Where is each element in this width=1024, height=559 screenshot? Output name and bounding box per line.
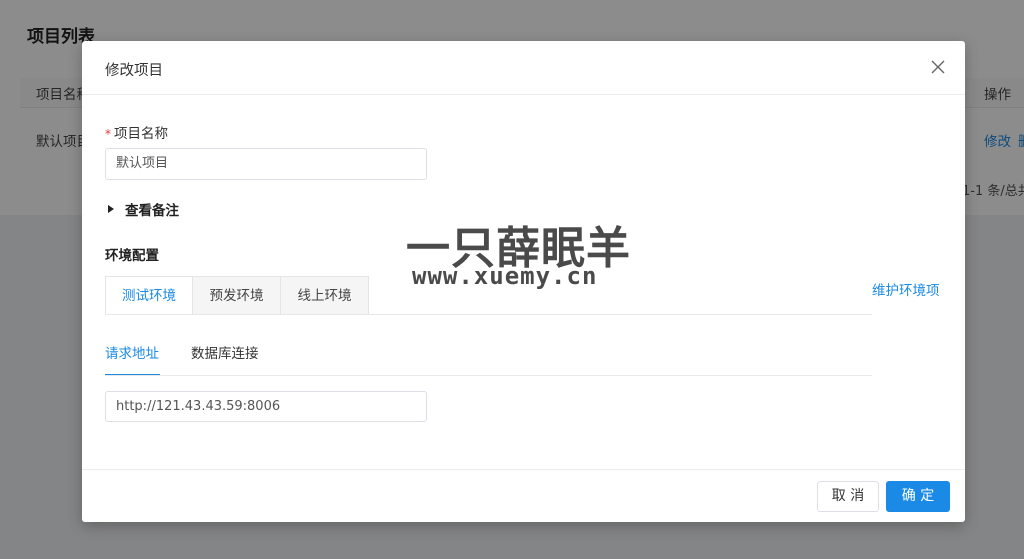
tab-pre-env[interactable]: 预发环境 xyxy=(193,276,281,315)
env-tabs-divider xyxy=(105,314,872,315)
env-tabs: 测试环境 预发环境 线上环境 xyxy=(105,276,369,315)
maintain-env-link[interactable]: 维护环境项 xyxy=(872,279,940,299)
confirm-button[interactable]: 确 定 xyxy=(886,481,950,512)
watermark-url: www.xuemy.cn xyxy=(412,262,598,290)
remarks-toggle-label: 查看备注 xyxy=(125,203,179,219)
request-url-input[interactable]: http://121.43.43.59:8006 xyxy=(105,391,427,422)
modal-header: 修改项目 xyxy=(82,41,965,95)
sub-tabs: 请求地址 数据库连接 xyxy=(105,341,266,376)
modal-title: 修改项目 xyxy=(105,63,163,79)
caret-right-icon xyxy=(108,205,114,213)
remarks-toggle[interactable]: 查看备注 xyxy=(105,199,179,219)
tab-prod-env[interactable]: 线上环境 xyxy=(281,276,369,315)
tab-request-url[interactable]: 请求地址 xyxy=(105,341,160,376)
project-name-input[interactable]: 默认项目 xyxy=(105,148,427,180)
sub-tabs-divider xyxy=(105,375,872,376)
env-config-label: 环境配置 xyxy=(105,248,159,264)
project-name-label: * 项目名称 xyxy=(105,126,168,142)
tab-test-env[interactable]: 测试环境 xyxy=(105,276,193,315)
close-icon[interactable] xyxy=(929,58,947,76)
cancel-button[interactable]: 取 消 xyxy=(817,481,879,512)
required-asterisk: * xyxy=(105,127,111,141)
tab-db-connection[interactable]: 数据库连接 xyxy=(191,341,266,376)
